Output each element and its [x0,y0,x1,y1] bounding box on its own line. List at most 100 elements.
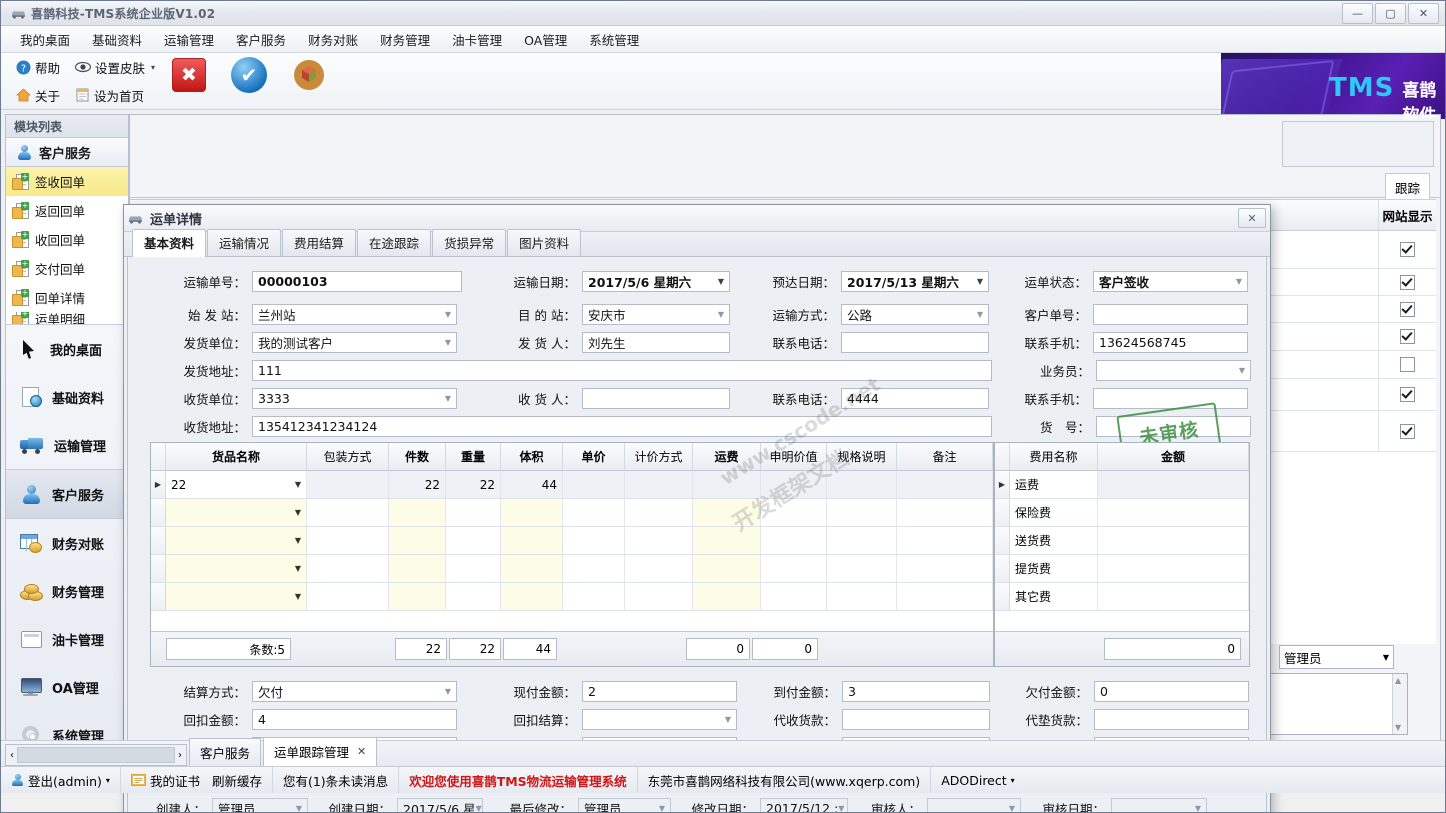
cell-volume[interactable] [501,583,563,610]
waybill-status-input[interactable]: 客户签收 ▼ [1093,270,1248,292]
tab-cargo-damage[interactable]: 货损异常 [432,229,507,256]
cell-unit-price[interactable] [563,583,625,610]
cell-freight[interactable] [693,499,761,526]
tab-fee-settlement[interactable]: 费用结算 [282,229,357,256]
shipper-mobile-input[interactable]: 13624568745 [1093,331,1248,353]
table-row[interactable]: 送货费 [995,527,1249,555]
row-web-checkbox[interactable] [1379,231,1436,268]
auditor-select[interactable]: ▼ [927,797,1021,812]
cell-unit-price[interactable] [563,471,625,498]
menu-item-basic-data[interactable]: 基础资料 [81,26,153,53]
set-homepage-button[interactable]: 设为首页 [70,84,149,107]
menu-item-desktop[interactable]: 我的桌面 [9,26,81,53]
table-row[interactable]: ▶ 22 ▼ 22 22 44 [151,471,993,499]
row-web-checkbox[interactable] [1379,411,1436,451]
cell-pricing-method[interactable] [625,583,693,610]
status-refresh-cache-label[interactable]: 刷新缓存 [212,771,262,790]
sidebar-module-customer-service[interactable]: 客户服务 [6,469,128,519]
status-driver-select[interactable]: ADODirect ▾ [931,767,1024,793]
audit-date-select[interactable]: ▼ [1111,797,1207,812]
cell-declared-value[interactable] [761,471,827,498]
menu-item-system[interactable]: 系统管理 [578,26,650,53]
sidebar-module-fuel-card[interactable]: 油卡管理 [6,615,128,663]
sidebar-item-returned-receipt[interactable]: + 返回回单 [6,196,128,225]
col-pricing-method[interactable]: 计价方式 [625,443,693,470]
row-web-checkbox[interactable] [1379,351,1436,378]
customer-order-input[interactable] [1093,303,1248,325]
tab-scroll-nav[interactable]: ‹ › [5,744,187,766]
tab-image-data[interactable]: 图片资料 [507,229,582,256]
cell-fee-name[interactable]: 提货费 [1010,555,1098,582]
menu-item-oa[interactable]: OA管理 [513,26,578,53]
col-fee-amount[interactable]: 金额 [1098,443,1249,470]
cash-amount-input[interactable]: 2 [582,680,737,702]
shipper-tel-input[interactable] [841,331,989,353]
cell-quantity[interactable] [389,583,446,610]
bottom-tab-customer-service[interactable]: 客户服务 [189,738,262,767]
cell-packing[interactable] [307,499,389,526]
table-row[interactable]: 保险费 [995,499,1249,527]
consignee-tel-input[interactable]: 4444 [841,387,989,409]
row-web-checkbox[interactable] [1379,379,1436,410]
cell-pricing-method[interactable] [625,555,693,582]
consignee-mobile-input[interactable] [1093,387,1248,409]
scroll-left-icon[interactable]: ‹ [10,750,14,761]
status-cert-group[interactable]: 我的证书 刷新缓存 [121,767,273,793]
collect-payment-input[interactable] [842,708,990,730]
cell-weight[interactable] [446,555,501,582]
menu-item-customer-service[interactable]: 客户服务 [225,26,297,53]
tab-in-transit-tracking[interactable]: 在途跟踪 [357,229,432,256]
cell-freight[interactable] [693,527,761,554]
cell-pricing-method[interactable] [625,471,693,498]
col-spec[interactable]: 规格说明 [827,443,897,470]
table-row[interactable]: ▼ [151,527,993,555]
sidebar-item-waybill-detail[interactable]: + 运单明细 [6,312,128,324]
chevron-down-icon[interactable]: ▼ [295,508,301,517]
close-button[interactable]: ✕ [1408,2,1439,24]
cell-packing[interactable] [307,527,389,554]
cell-weight[interactable]: 22 [446,471,501,498]
cell-declared-value[interactable] [761,499,827,526]
cell-unit-price[interactable] [563,555,625,582]
table-row[interactable]: ▼ [151,499,993,527]
cell-fee-name[interactable]: 送货费 [1010,527,1098,554]
status-messages[interactable]: 您有(1)条未读消息 [273,767,400,793]
consignee-input[interactable] [582,387,730,409]
cell-volume[interactable]: 44 [501,471,563,498]
close-icon[interactable]: ✕ [357,745,366,758]
cell-memo[interactable] [897,527,993,554]
table-row[interactable]: ▼ [151,555,993,583]
cell-unit-price[interactable] [563,499,625,526]
cell-goods-name[interactable]: 22 ▼ [166,471,307,498]
waybill-no-input[interactable]: 00000103 [252,270,462,292]
cell-declared-value[interactable] [761,583,827,610]
cell-fee-amount[interactable] [1098,499,1249,526]
row-web-checkbox[interactable] [1379,296,1436,322]
cell-packing[interactable] [307,555,389,582]
cell-unit-price[interactable] [563,527,625,554]
sidebar-module-desktop[interactable]: 我的桌面 [6,325,128,373]
salesperson-select[interactable]: ▼ [1096,359,1251,381]
cell-freight[interactable] [693,471,761,498]
cell-memo[interactable] [897,471,993,498]
table-row[interactable]: 提货费 [995,555,1249,583]
cell-fee-amount[interactable] [1098,527,1249,554]
owed-amount-input[interactable]: 0 [1094,680,1249,702]
modify-date-select[interactable]: 2017/5/12 : ▼ [760,797,848,812]
chevron-down-icon[interactable]: ▼ [295,592,301,601]
cell-packing[interactable] [307,583,389,610]
cell-packing[interactable] [307,471,389,498]
sidebar-item-received-receipt[interactable]: + 收回回单 [6,225,128,254]
background-person-select[interactable]: 管理员 ▼ [1279,645,1395,669]
chevron-down-icon[interactable]: ▼ [295,480,301,489]
cell-spec[interactable] [827,471,897,498]
sidebar-module-basic-data[interactable]: 基础资料 [6,373,128,421]
cell-declared-value[interactable] [761,555,827,582]
sidebar-module-finance-mgmt[interactable]: 财务管理 [6,567,128,615]
creator-select[interactable]: 管理员 ▼ [212,797,308,812]
cell-spec[interactable] [827,583,897,610]
table-row[interactable]: ▶ 运费 [995,471,1249,499]
package-action-button[interactable] [289,55,329,95]
table-row[interactable]: ▼ [151,583,993,611]
minimize-button[interactable]: — [1342,2,1373,24]
